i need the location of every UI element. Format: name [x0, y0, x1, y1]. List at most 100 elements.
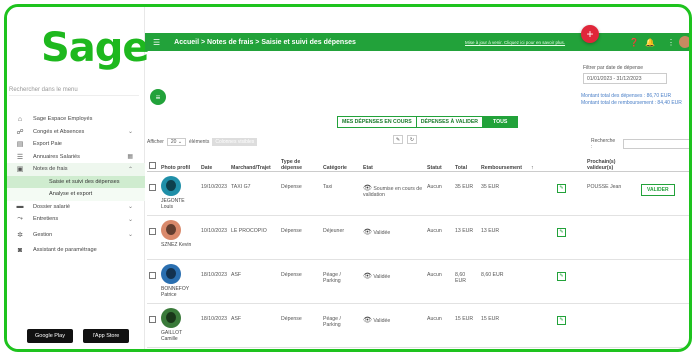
cell-merchant: LE PROCOPIO	[229, 215, 279, 260]
chevron-down-icon: ⌄	[127, 216, 133, 223]
cell-type: Dépense	[279, 171, 321, 216]
sidebar-item-notes-de-frais[interactable]: ▣ Notes de frais ⌃	[7, 163, 145, 176]
table-header: Photo profil Date Marchand/Trajet Type d…	[147, 151, 689, 172]
col-type[interactable]: Type de dépense	[279, 151, 321, 172]
employee-name: BONNEFOY Patrice	[161, 285, 189, 298]
eye-icon[interactable]: 👁	[363, 273, 372, 280]
cell-total: 13 EUR	[453, 215, 479, 260]
table-row[interactable]: BONNEFOY Patrice 18/10/2023 ASF Dépense Péag…	[147, 259, 689, 304]
search-label: Recherche :	[591, 138, 616, 150]
sidebar-item-dossier-salarie[interactable]: ▬ Dossier salarié ⌄	[7, 201, 145, 214]
store-badges: Google Play l'App Store	[27, 329, 129, 343]
help-icon[interactable]: ❓	[629, 38, 639, 47]
hamburger-icon[interactable]: ☰	[153, 38, 160, 47]
sidebar-subitem-saisie[interactable]: Saisie et suivi des dépenses	[7, 175, 145, 188]
col-total[interactable]: Total	[453, 151, 479, 172]
sidebar-subitem-analyse[interactable]: Analyse et export	[7, 188, 145, 201]
employee-name: SZNEZ Kevin	[161, 241, 192, 248]
col-photo[interactable]: Photo profil	[159, 151, 199, 172]
cell-date: 18/10/2023	[199, 259, 229, 304]
sidebar-item-label: Annuaires Salariés	[33, 153, 80, 160]
app-frame: Sage Rechercher dans le menu ⌂ Sage Espac…	[4, 4, 692, 352]
show-label: Afficher	[147, 139, 164, 145]
expense-table: Photo profil Date Marchand/Trajet Type d…	[147, 151, 689, 348]
tab-mes-depenses[interactable]: MES DÉPENSES EN COURS	[338, 117, 417, 127]
select-all-checkbox[interactable]	[149, 161, 156, 169]
eye-icon[interactable]: 👁	[363, 229, 372, 236]
cell-validator	[585, 215, 639, 260]
edit-icon[interactable]: ✎	[393, 135, 403, 144]
app-store-badge[interactable]: l'App Store	[83, 329, 129, 343]
cell-date: 10/10/2023	[199, 215, 229, 260]
sidebar-item-gestion[interactable]: ✲ Gestion ⌄	[7, 229, 145, 242]
cell-date: 19/10/2023	[199, 171, 229, 216]
cell-type: Dépense	[279, 259, 321, 304]
google-play-badge[interactable]: Google Play	[27, 329, 73, 343]
table-search-input[interactable]	[623, 139, 689, 149]
validate-button[interactable]: VALIDER	[641, 183, 675, 196]
chevron-down-icon: ⌄	[127, 204, 133, 211]
cell-state: 👁 Validée	[361, 215, 425, 260]
col-statut[interactable]: Statut	[425, 151, 453, 172]
state-text: Soumise en cours de validation	[363, 185, 423, 198]
page-length-select[interactable]: 20 ⌄	[166, 138, 187, 146]
sidebar-item-label: Gestion	[33, 231, 53, 238]
col-categorie[interactable]: Catégorie	[321, 151, 361, 172]
col-date[interactable]: Date	[199, 151, 229, 172]
expense-tabs: MES DÉPENSES EN COURS DÉPENSES À VALIDER…	[337, 116, 519, 128]
eye-icon[interactable]: 👁	[363, 185, 372, 192]
edit-row-icon[interactable]: ✎	[557, 227, 566, 237]
row-checkbox[interactable]	[149, 315, 156, 323]
employee-name: JEGONTE Louis	[161, 197, 185, 210]
table-row[interactable]: JEGONTE Louis 19/10/2023 TAXI G7 Dépense Tax…	[147, 171, 689, 216]
row-checkbox[interactable]	[149, 183, 156, 191]
home-icon: ⌂	[17, 115, 23, 123]
col-valideurs[interactable]: Prochain(s) valideur(s)	[585, 151, 639, 172]
menu-toggle-icon[interactable]: ≡	[150, 89, 166, 105]
eye-icon[interactable]: 👁	[363, 317, 372, 324]
edit-row-icon[interactable]: ✎	[557, 315, 566, 325]
user-avatar[interactable]	[679, 36, 689, 48]
bell-icon[interactable]: 🔔	[645, 38, 655, 47]
profile-photo	[161, 307, 181, 328]
menu-search-input[interactable]: Rechercher dans le menu	[9, 87, 139, 96]
cell-status: Aucun	[425, 171, 453, 216]
col-sort[interactable]: ↑	[529, 151, 555, 172]
visible-columns-button[interactable]: Colonnes visibles	[212, 138, 258, 146]
page-length-value: 20	[170, 139, 177, 145]
sidebar-item-label: Notes de frais	[33, 166, 68, 173]
sidebar-item-assistant[interactable]: ◙ Assistant de paramétrage	[7, 244, 145, 257]
cell-status: Aucun	[425, 303, 453, 348]
more-icon[interactable]: ⋮	[667, 38, 675, 47]
sidebar-item-label: Entretiens	[33, 216, 59, 223]
gear-icon: ✲	[17, 231, 23, 239]
col-etat[interactable]: Etat	[361, 151, 425, 172]
row-checkbox[interactable]	[149, 227, 156, 235]
state-text: Validée	[373, 229, 391, 236]
cell-category: Taxi	[321, 171, 361, 216]
tab-tous[interactable]: TOUS	[483, 117, 518, 127]
row-checkbox[interactable]	[149, 271, 156, 279]
edit-row-icon[interactable]: ✎	[557, 271, 566, 281]
sidebar-item-annuaires[interactable]: ☰ Annuaires Salariés ▦	[7, 151, 145, 164]
refresh-icon[interactable]: ↻	[407, 135, 417, 144]
cell-total: 35 EUR	[453, 171, 479, 216]
col-marchand[interactable]: Marchand/Trajet	[229, 151, 279, 172]
sidebar-nav: ⌂ Sage Espace Employés ☍ Congés et Absence…	[7, 113, 145, 257]
sidebar-item-espace-employes[interactable]: ⌂ Sage Espace Employés	[7, 113, 145, 126]
sidebar-item-label: Dossier salarié	[33, 203, 70, 210]
table-row[interactable]: SZNEZ Kevin 10/10/2023 LE PROCOPIO Dépense D…	[147, 215, 689, 260]
people-icon: ☰	[16, 153, 24, 161]
sidebar-item-entretiens[interactable]: ⤳ Entretiens ⌄	[7, 213, 145, 226]
update-link[interactable]: Mise à jour à venir. Cliquez ici pour en…	[465, 40, 565, 45]
sidebar-item-conges[interactable]: ☍ Congés et Absences ⌄	[7, 126, 145, 139]
date-range-input[interactable]: 01/01/2023 - 31/12/2023	[583, 73, 667, 84]
tab-depenses-a-valider[interactable]: DÉPENSES À VALIDER	[417, 117, 484, 127]
cell-status: Aucun	[425, 259, 453, 304]
table-row[interactable]: GAILLOT Camille 18/10/2023 ASF Dépense Péage…	[147, 303, 689, 348]
sidebar-item-label: Congés et Absences	[33, 128, 85, 135]
sidebar-item-export-paie[interactable]: ▤ Export Paie	[7, 138, 145, 151]
col-remboursement[interactable]: Remboursement	[479, 151, 529, 172]
edit-row-icon[interactable]: ✎	[557, 183, 566, 193]
add-expense-icon[interactable]: +	[581, 25, 599, 43]
